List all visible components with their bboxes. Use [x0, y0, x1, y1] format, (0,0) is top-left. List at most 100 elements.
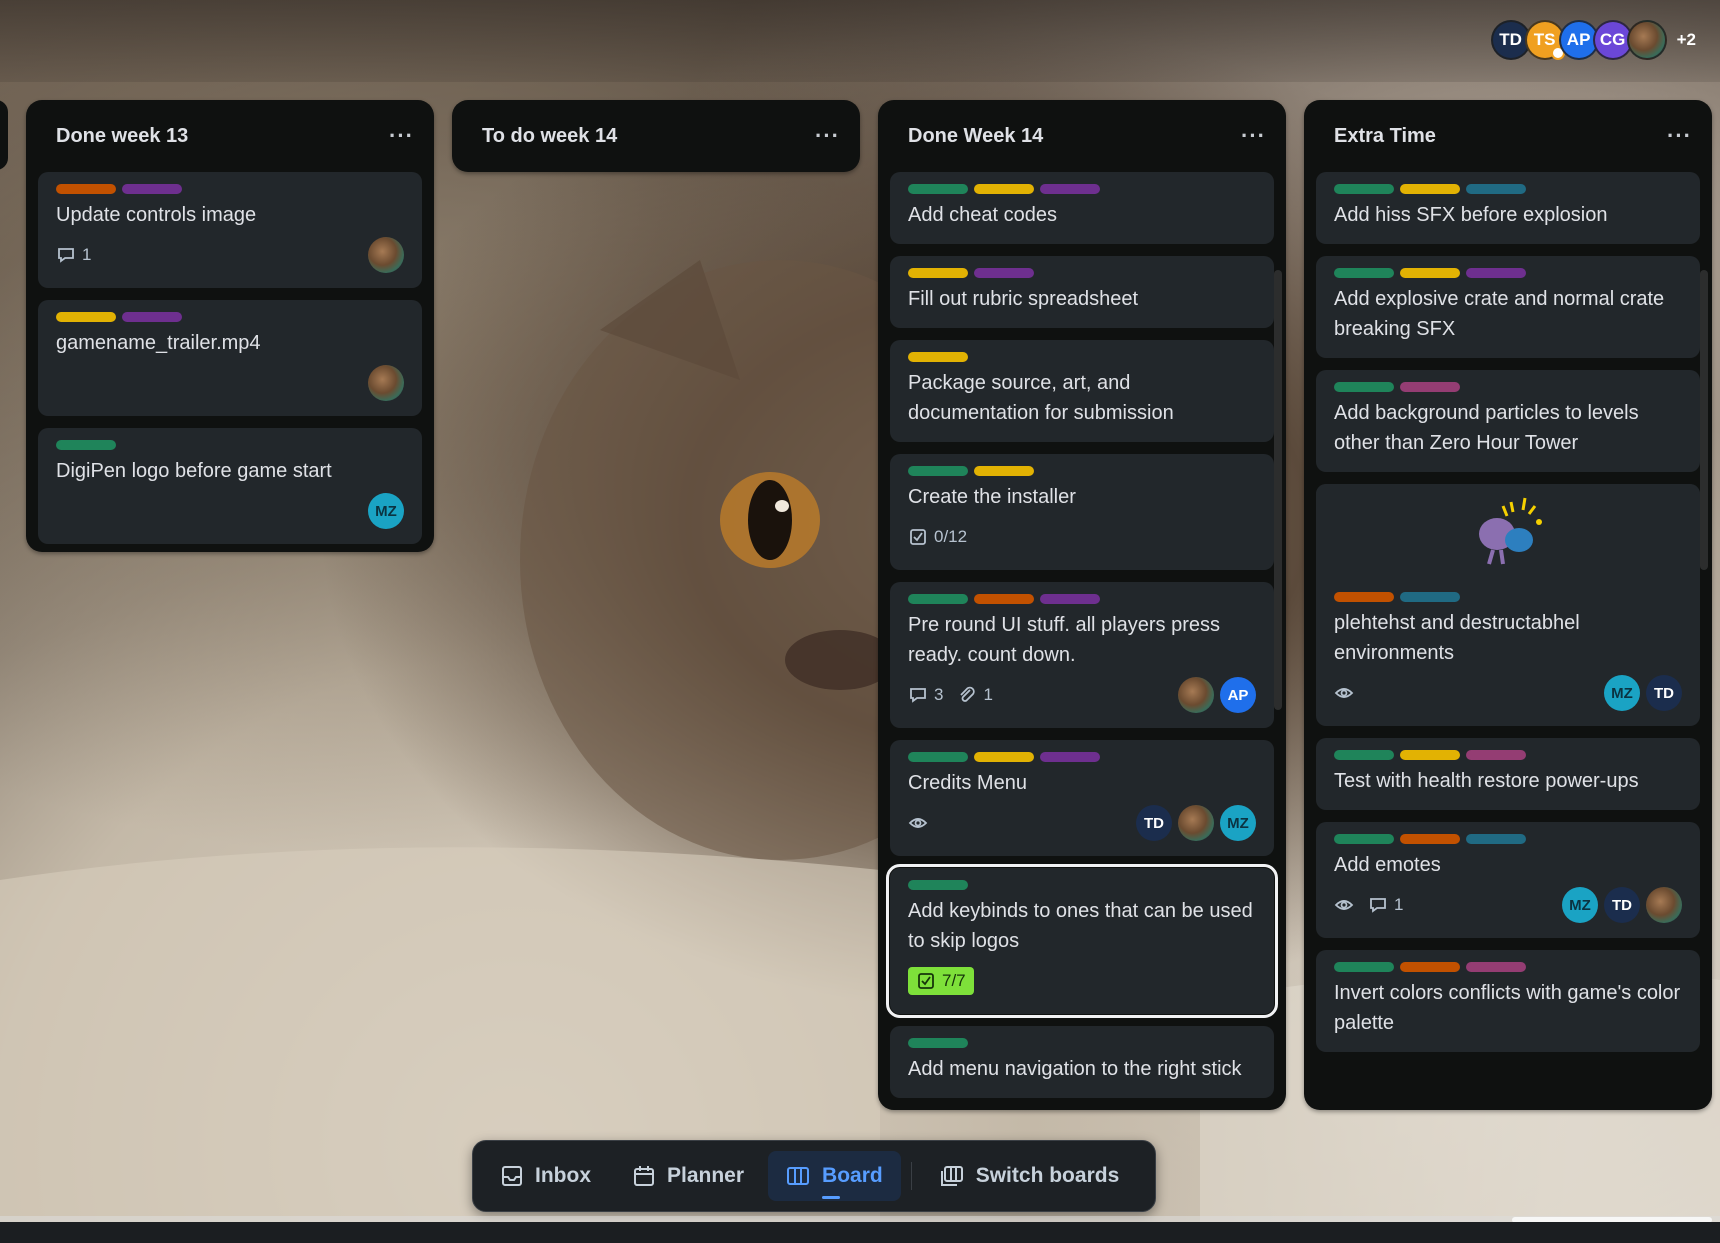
card[interactable]: plehtehst and destructabhel environments…: [1316, 484, 1700, 726]
card-label[interactable]: [1400, 382, 1460, 392]
card-label[interactable]: [1334, 592, 1394, 602]
card[interactable]: gamename_trailer.mp4: [38, 300, 422, 416]
card[interactable]: Add background particles to levels other…: [1316, 370, 1700, 472]
card[interactable]: Add cheat codes: [890, 172, 1274, 244]
card-badges: 7/7: [908, 967, 974, 995]
card-label[interactable]: [122, 312, 182, 322]
card[interactable]: DigiPen logo before game start MZ: [38, 428, 422, 544]
comment-icon: [58, 248, 74, 263]
card-title: Fill out rubric spreadsheet: [908, 288, 1139, 310]
card-label[interactable]: [1334, 962, 1394, 972]
card-label[interactable]: [1040, 594, 1100, 604]
comment-icon: [910, 688, 926, 703]
member-avatar[interactable]: [1178, 677, 1214, 713]
list-title[interactable]: Done Week 14: [908, 125, 1043, 148]
list-scrollbar[interactable]: [1274, 270, 1282, 710]
member-avatar[interactable]: MZ: [1220, 805, 1256, 841]
card[interactable]: Add menu navigation to the right stick: [890, 1026, 1274, 1098]
nav-planner[interactable]: Planner: [615, 1151, 762, 1201]
card-label[interactable]: [1400, 184, 1460, 194]
list-title[interactable]: Extra Time: [1334, 125, 1436, 148]
card-label[interactable]: [56, 312, 116, 322]
card[interactable]: Create the installer 0/12: [890, 454, 1274, 570]
member-avatar[interactable]: TD: [1646, 675, 1682, 711]
card-label[interactable]: [1334, 184, 1394, 194]
nav-switch-boards[interactable]: Switch boards: [922, 1151, 1138, 1201]
nav-board[interactable]: Board: [768, 1151, 901, 1201]
card-label[interactable]: [1466, 834, 1526, 844]
card-label[interactable]: [974, 752, 1034, 762]
card-label[interactable]: [908, 466, 968, 476]
member-avatar[interactable]: AP: [1220, 677, 1256, 713]
list-column: Done week 13 ··· Update controls image 1 gam…: [26, 100, 434, 552]
card-label[interactable]: [1466, 268, 1526, 278]
card[interactable]: Add keybinds to ones that can be used to…: [886, 864, 1278, 1018]
member-avatar[interactable]: TD: [1604, 887, 1640, 923]
card-label[interactable]: [974, 268, 1034, 278]
card-labels: [1334, 592, 1682, 602]
card-labels: [908, 466, 1256, 476]
list-scrollbar[interactable]: [1700, 270, 1708, 570]
card-label[interactable]: [1400, 962, 1460, 972]
more-members-count[interactable]: +2: [1677, 30, 1696, 50]
card[interactable]: Add emotes 1 MZ TD: [1316, 822, 1700, 938]
card[interactable]: Credits Menu TD MZ: [890, 740, 1274, 856]
list-menu-button[interactable]: ···: [1667, 123, 1692, 149]
card-label[interactable]: [908, 184, 968, 194]
card-label[interactable]: [56, 184, 116, 194]
list-title[interactable]: Done week 13: [56, 125, 188, 148]
card-footer: 1 MZ TD: [1334, 886, 1682, 924]
card-label[interactable]: [1466, 750, 1526, 760]
list-cards: Add cheat codes Fill out rubric spreadshe…: [878, 172, 1286, 1098]
card-label[interactable]: [908, 752, 968, 762]
card-label[interactable]: [908, 594, 968, 604]
card-label[interactable]: [908, 1038, 968, 1048]
card-label[interactable]: [1400, 268, 1460, 278]
card[interactable]: Fill out rubric spreadsheet: [890, 256, 1274, 328]
member-avatar[interactable]: [1178, 805, 1214, 841]
card-label[interactable]: [1466, 184, 1526, 194]
card-label[interactable]: [1334, 834, 1394, 844]
card-label[interactable]: [1400, 750, 1460, 760]
member-avatar[interactable]: [368, 237, 404, 273]
member-avatar[interactable]: [1646, 887, 1682, 923]
card-title: gamename_trailer.mp4: [56, 332, 261, 354]
card-label[interactable]: [1334, 268, 1394, 278]
card[interactable]: Pre round UI stuff. all players press re…: [890, 582, 1274, 728]
card-label[interactable]: [908, 352, 968, 362]
card-label[interactable]: [908, 268, 968, 278]
card-label[interactable]: [1040, 184, 1100, 194]
card-label[interactable]: [56, 440, 116, 450]
card-label[interactable]: [974, 466, 1034, 476]
card-label[interactable]: [908, 880, 968, 890]
member-avatar[interactable]: MZ: [368, 493, 404, 529]
card-label[interactable]: [1040, 752, 1100, 762]
card-label[interactable]: [1466, 962, 1526, 972]
member-avatar[interactable]: MZ: [1604, 675, 1640, 711]
card[interactable]: Test with health restore power-ups: [1316, 738, 1700, 810]
card-labels: [1334, 834, 1682, 844]
card-label[interactable]: [122, 184, 182, 194]
card-label[interactable]: [1400, 592, 1460, 602]
card-label[interactable]: [1334, 382, 1394, 392]
card-label[interactable]: [974, 184, 1034, 194]
card-label[interactable]: [1334, 750, 1394, 760]
member-avatar[interactable]: TD: [1136, 805, 1172, 841]
list-title[interactable]: To do week 14: [482, 125, 617, 148]
member-avatar[interactable]: [1626, 20, 1667, 60]
checklist-complete-badge: 7/7: [908, 967, 974, 995]
card-label[interactable]: [1400, 834, 1460, 844]
list-menu-button[interactable]: ···: [815, 123, 840, 149]
nav-inbox[interactable]: Inbox: [483, 1151, 609, 1201]
member-avatar[interactable]: [368, 365, 404, 401]
member-avatar[interactable]: MZ: [1562, 887, 1598, 923]
board-members[interactable]: TD TS AP CG +2: [1490, 20, 1696, 60]
card[interactable]: Invert colors conflicts with game's colo…: [1316, 950, 1700, 1052]
card-label[interactable]: [974, 594, 1034, 604]
list-menu-button[interactable]: ···: [1241, 123, 1266, 149]
card[interactable]: Add hiss SFX before explosion: [1316, 172, 1700, 244]
card[interactable]: Update controls image 1: [38, 172, 422, 288]
card[interactable]: Package source, art, and documentation f…: [890, 340, 1274, 442]
card[interactable]: Add explosive crate and normal crate bre…: [1316, 256, 1700, 358]
list-menu-button[interactable]: ···: [389, 123, 414, 149]
